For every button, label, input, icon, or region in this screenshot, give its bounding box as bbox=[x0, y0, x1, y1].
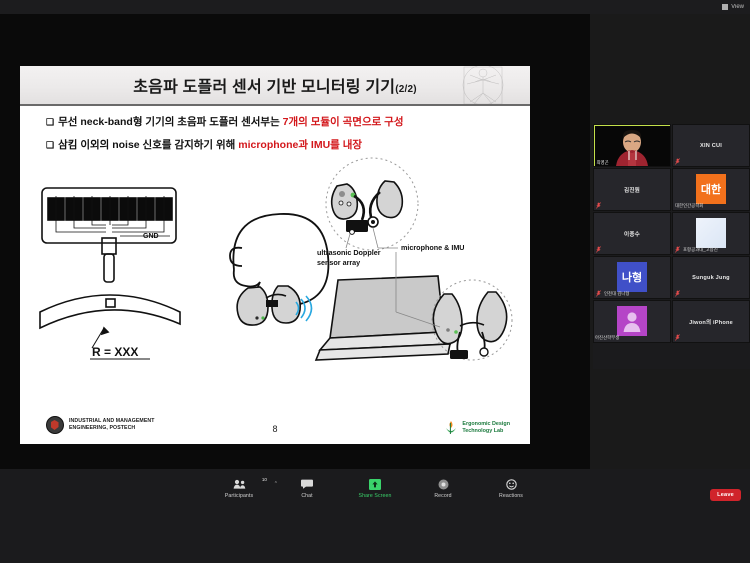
edtl-footer-line1: Ergonomic Design bbox=[462, 420, 510, 427]
radius-label: R = XXX bbox=[92, 345, 138, 359]
slide-title-text: 초음파 도플러 센서 기반 모니터링 기기 bbox=[133, 79, 396, 96]
chat-icon bbox=[284, 477, 330, 491]
participant-filmstrip: 최영곤 XIN CUI 김진원 대한 대한인간공학회 이종수 포항공과대_고용진 bbox=[593, 124, 750, 369]
share-screen-label: Share Screen bbox=[358, 493, 392, 499]
bullet-highlight: microphone과 IMU를 내장 bbox=[238, 139, 363, 151]
slide-title-fraction: (2/2) bbox=[395, 84, 417, 95]
participant-tile[interactable]: 이종수 bbox=[593, 212, 671, 255]
gnd-label: GND bbox=[143, 233, 159, 240]
bullet-item: ❑ 무선 neck-band형 기기의 초음파 도플러 센서부는 7개의 모듈이 … bbox=[46, 114, 516, 129]
mute-icon bbox=[675, 158, 680, 165]
top-bar: View bbox=[0, 0, 750, 14]
mute-icon bbox=[596, 202, 601, 209]
participant-label: 아진산학부생 bbox=[595, 334, 620, 340]
participant-name: 김진원 bbox=[623, 187, 641, 194]
reactions-button[interactable]: Reactions bbox=[488, 477, 534, 499]
mic-imu-annotation: microphone & IMU bbox=[401, 243, 465, 252]
mute-icon bbox=[675, 334, 680, 341]
view-button[interactable]: View bbox=[722, 4, 744, 10]
participant-tile[interactable]: XIN CUI bbox=[672, 124, 750, 167]
participant-name: Sunguk Jung bbox=[692, 274, 730, 281]
participant-name: XIN CUI bbox=[700, 142, 722, 149]
slide-diagram: GND R = XXX ultrasonic Doppler sensor ar… bbox=[20, 152, 530, 412]
leave-button[interactable]: Leave bbox=[710, 489, 741, 501]
sensor-array-annotation-line2: sensor array bbox=[317, 258, 360, 267]
diagram-svg: GND R = XXX ultrasonic Doppler sensor ar… bbox=[39, 157, 513, 361]
edtl-footer: Ergonomic Design Technology Lab bbox=[444, 420, 510, 436]
reactions-icon bbox=[488, 477, 534, 491]
participant-tile[interactable]: 김진원 bbox=[593, 168, 671, 211]
self-video-label: 최영곤 bbox=[596, 160, 609, 165]
participant-avatar bbox=[617, 305, 647, 336]
record-label: Record bbox=[434, 493, 452, 499]
mute-icon bbox=[596, 246, 601, 253]
bullet-item: ❑ 삼킴 이외의 noise 신호를 감지하기 위해 microphone과 IM… bbox=[46, 137, 516, 152]
edtl-footer-text: Ergonomic Design Technology Lab bbox=[462, 421, 510, 435]
reactions-label: Reactions bbox=[499, 493, 523, 499]
mute-icon bbox=[675, 290, 680, 297]
record-button[interactable]: Record bbox=[420, 477, 466, 499]
edtl-logo-icon bbox=[446, 421, 457, 434]
participant-avatar bbox=[696, 217, 726, 248]
participant-label: 포항공과대_고용진 bbox=[683, 246, 718, 252]
participants-button[interactable]: 10 ⌃ Participants bbox=[216, 477, 278, 499]
chat-label: Chat bbox=[301, 493, 313, 499]
share-screen-icon bbox=[352, 477, 398, 491]
sensor-array-annotation-line1: ultrasonic Doppler bbox=[317, 248, 381, 257]
participant-tile[interactable]: 대한 대한인간공학회 bbox=[672, 168, 750, 211]
participant-avatar: 나형 bbox=[617, 261, 647, 292]
presentation-slide: 초음파 도플러 센서 기반 모니터링 기기(2/2) ❑ 무선 neck-band… bbox=[20, 66, 530, 444]
bullet-highlight: 7개의 모듈이 곡면으로 구성 bbox=[282, 116, 404, 128]
bullet-marker: ❑ bbox=[46, 140, 55, 150]
self-video-tile[interactable]: 최영곤 bbox=[594, 125, 670, 166]
participant-name: Jiwon의 iPhone bbox=[689, 319, 733, 326]
mute-icon bbox=[675, 246, 680, 253]
participant-tile[interactable]: 포항공과대_고용진 bbox=[672, 212, 750, 255]
meeting-toolbar: 10 ⌃ Participants Chat Share Screen Reco… bbox=[0, 469, 750, 563]
bullet-marker: ❑ bbox=[46, 117, 55, 127]
edtl-footer-line2: Technology Lab bbox=[462, 428, 504, 434]
participants-label: Participants bbox=[224, 493, 254, 499]
participant-tile[interactable]: Jiwon의 iPhone bbox=[672, 300, 750, 343]
grid-view-icon bbox=[722, 4, 729, 10]
participant-label: 인천대 김나형 bbox=[604, 290, 630, 296]
view-button-label: View bbox=[731, 4, 744, 10]
bullet-text-pre: 삼킴 이외의 noise 신호를 감지하기 위해 bbox=[58, 139, 239, 151]
participants-count: 10 bbox=[261, 477, 267, 482]
participant-name: 이종수 bbox=[623, 231, 641, 238]
shared-screen-stage: 초음파 도플러 센서 기반 모니터링 기기(2/2) ❑ 무선 neck-band… bbox=[0, 14, 590, 469]
participant-tile[interactable]: Sunguk Jung bbox=[672, 256, 750, 299]
record-icon bbox=[420, 477, 466, 491]
participant-tile[interactable]: 아진산학부생 bbox=[593, 300, 671, 343]
slide-title: 초음파 도플러 센서 기반 모니터링 기기(2/2) bbox=[20, 73, 530, 97]
person-avatar-icon bbox=[623, 312, 641, 332]
mute-icon bbox=[596, 290, 601, 297]
zoom-meeting-window: View 초음파 도플러 센서 기반 모니터링 기기(2/2) ❑ 무선 nec… bbox=[0, 0, 750, 563]
bullet-text-pre: 무선 neck-band형 기기의 초음파 도플러 센서부는 bbox=[58, 116, 283, 128]
participant-label: 대한인간공학회 bbox=[675, 202, 704, 208]
participant-tile-active-speaker[interactable]: 최영곤 bbox=[593, 124, 671, 167]
participants-icon: 10 ⌃ bbox=[216, 477, 278, 491]
chat-button[interactable]: Chat bbox=[284, 477, 330, 499]
participant-tile[interactable]: 나형 인천대 김나형 bbox=[593, 256, 671, 299]
participant-avatar: 대한 bbox=[696, 173, 726, 204]
share-screen-button[interactable]: Share Screen bbox=[352, 477, 398, 499]
slide-header: 초음파 도플러 센서 기반 모니터링 기기(2/2) bbox=[20, 66, 530, 106]
chevron-up-icon[interactable]: ⌃ bbox=[274, 481, 278, 487]
toolbar-buttons: 10 ⌃ Participants Chat Share Screen Reco… bbox=[0, 477, 750, 499]
